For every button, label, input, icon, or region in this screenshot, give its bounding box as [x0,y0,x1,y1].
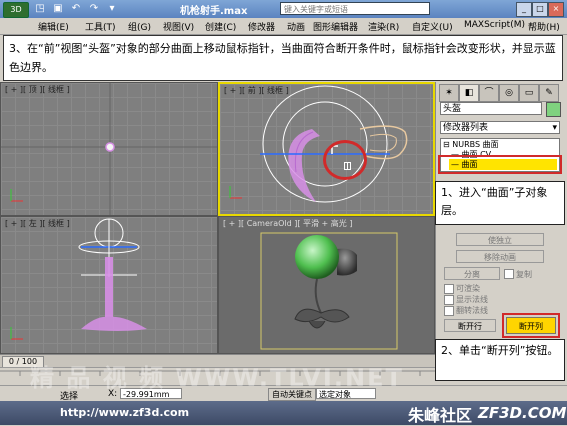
title-bar: 3D ◳ ▣ ↶ ↷ ▾ 机枪射手.max 键入关键字或短语 _ □ × [0,0,567,18]
viewport-top[interactable]: [ + ][ 顶 ][ 线框 ] [0,82,218,216]
top-view-geometry [1,83,217,215]
watermark-text: 精 品 视 频 WWW.TLVI.NET [30,364,404,392]
display-normals-checkbox[interactable] [444,295,454,305]
viewport-front[interactable]: [ + ][ 前 ][ 线框 ] [218,82,435,216]
footer-site: ZF3D.COM [478,404,567,422]
stack-item-nurbs-label: NURBS 曲面 [452,140,499,149]
renderable-checkbox[interactable] [444,284,454,294]
flip-normals-checkbox[interactable] [444,306,454,316]
quick-save-icon[interactable]: ▣ [50,2,66,16]
search-input[interactable]: 键入关键字或短语 [280,2,430,15]
menu-help[interactable]: 帮助(H) [528,20,560,33]
undo-icon[interactable]: ↶ [68,2,84,16]
menu-animation[interactable]: 动画 [287,20,305,33]
redo-icon[interactable]: ↷ [86,2,102,16]
menu-customize[interactable]: 自定义(U) [412,20,453,33]
callout-step1: 1、进入“曲面”子对象层。 [435,181,565,225]
window-title: 机枪射手.max [180,6,248,17]
menu-bar: 编辑(E) 工具(T) 组(G) 视图(V) 创建(C) 修改器 动画 图形编辑… [0,18,567,35]
break-row-button[interactable]: 断开行 [444,319,496,332]
break-cursor-highlight-circle [323,140,367,180]
menu-graph-editors[interactable]: 图形编辑器 [313,20,358,33]
footer-url[interactable]: http://www.zf3d.com [60,406,189,419]
camera-view-geometry [260,232,398,350]
quick-access-dropdown-icon[interactable]: ▾ [104,2,120,16]
stack-item-nurbs[interactable]: ⊟ NURBS 曲面 [443,140,499,150]
app-menu-icon[interactable]: 3D [3,2,29,18]
maximize-button[interactable]: □ [532,2,548,17]
menu-group[interactable]: 组(G) [128,20,151,33]
menu-maxscript[interactable]: MAXScript(M) [464,20,525,30]
object-name-field[interactable]: 头盔 [440,102,542,115]
callout-step2: 2、单击“断开列”按钮。 [435,339,565,381]
copy-checkbox[interactable] [504,269,514,279]
renderable-label: 可渲染 [456,284,480,293]
instruction-banner: 3、在“前”视图“头盔”对象的部分曲面上移动鼠标指针，当曲面符合断开条件时，鼠标… [3,35,563,81]
minimize-button[interactable]: _ [516,2,532,17]
menu-rendering[interactable]: 渲染(R) [368,20,399,33]
remove-animation-button[interactable]: 移除动画 [456,250,544,263]
modifier-list-label: 修改器列表 [443,123,489,133]
object-color-swatch[interactable] [546,102,561,117]
make-independent-button[interactable]: 使独立 [456,233,544,246]
display-normals-label: 显示法线 [456,295,488,304]
display-tab-icon[interactable]: ▭ [519,84,539,102]
footer-brand: 朱峰社区 [408,406,473,425]
quick-new-icon[interactable]: ◳ [32,2,48,16]
create-tab-icon[interactable]: ✶ [439,84,459,102]
copy-label: 复制 [516,270,532,279]
left-view-geometry [10,218,147,340]
viewport-camera[interactable]: [ + ][ CameraOld ][ 平滑 + 高光 ] [218,216,435,354]
menu-create[interactable]: 创建(C) [205,20,236,33]
modify-tab-icon[interactable]: ◧ [459,84,479,102]
footer-banner: http://www.zf3d.com 朱峰社区 ZF3D.COM [0,401,567,425]
menu-edit[interactable]: 编辑(E) [38,20,69,33]
detach-button[interactable]: 分离 [444,267,500,280]
utilities-tab-icon[interactable]: ✎ [539,84,559,102]
flip-normals-label: 翻转法线 [456,306,488,315]
motion-tab-icon[interactable]: ◎ [499,84,519,102]
break-column-highlight-frame [502,313,560,338]
close-button[interactable]: × [548,2,564,17]
menu-modifiers[interactable]: 修改器 [248,20,275,33]
hierarchy-tab-icon[interactable]: ⌒ [479,84,499,102]
modifier-list-dropdown[interactable]: 修改器列表 ▾ [440,121,560,134]
chevron-down-icon: ▾ [552,123,557,133]
stack-highlight-frame [438,155,562,174]
menu-views[interactable]: 视图(V) [163,20,194,33]
viewport-left[interactable]: [ + ][ 左 ][ 线框 ] [0,216,218,354]
menu-tools[interactable]: 工具(T) [85,20,116,33]
